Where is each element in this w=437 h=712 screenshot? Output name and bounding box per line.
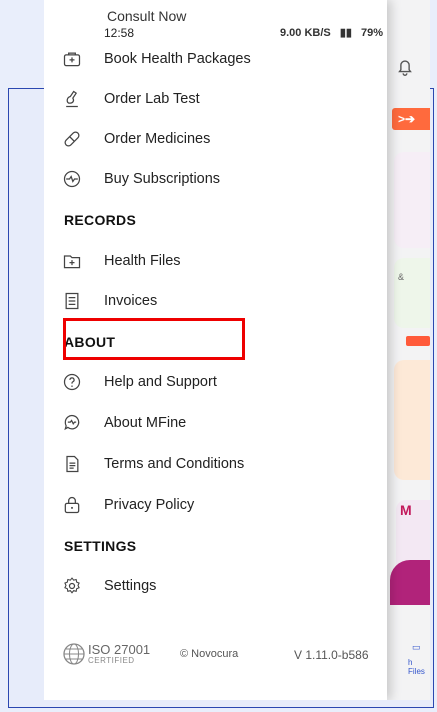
menu-item-label: Health Files xyxy=(104,253,181,269)
menu-item-label: Book Health Packages xyxy=(104,51,251,67)
background-logo: M xyxy=(400,502,412,518)
menu-item-label: Privacy Policy xyxy=(104,497,195,513)
pill-icon xyxy=(62,129,82,149)
status-time: 12:58 xyxy=(104,26,135,40)
iso-sub-label: CERTIFIED xyxy=(88,656,135,665)
section-header-settings: SETTINGS xyxy=(64,538,137,554)
background-arrow-pill: >➔ xyxy=(392,108,430,130)
menu-item-label: Invoices xyxy=(104,293,158,309)
health-package-icon xyxy=(62,49,82,69)
menu-item-terms-and-conditions[interactable]: Terms and Conditions xyxy=(62,449,372,479)
health-file-icon xyxy=(62,251,82,271)
gear-icon xyxy=(62,576,82,596)
background-card xyxy=(394,152,430,248)
menu-item-settings[interactable]: Settings xyxy=(62,571,372,601)
menu-item-label: About MFine xyxy=(104,415,187,431)
menu-item-help-and-support[interactable]: Help and Support xyxy=(62,367,372,397)
menu-item-privacy-policy[interactable]: Privacy Policy xyxy=(62,490,372,520)
invoice-icon xyxy=(62,291,82,311)
background-card xyxy=(390,560,430,605)
menu-item-label: Order Lab Test xyxy=(104,91,200,107)
signal-icon: ▮▮ xyxy=(339,27,352,39)
subscription-icon xyxy=(62,169,82,189)
copyright-text: © Novocura xyxy=(180,648,239,660)
menu-item-about-mfine[interactable]: About MFine xyxy=(62,408,372,438)
iso-certified-icon xyxy=(63,643,85,665)
network-speed: 9.00 KB/S xyxy=(280,27,331,39)
menu-item-invoices[interactable]: Invoices xyxy=(62,286,372,316)
menu-item-label: Settings xyxy=(104,578,157,594)
menu-item-order-medicines[interactable]: Order Medicines xyxy=(62,124,372,154)
status-indicators: 9.00 KB/S ▮▮ 79% xyxy=(274,26,383,39)
app-version: V 1.11.0-b586 xyxy=(294,648,369,662)
iso-badge: ISO 27001 CERTIFIED xyxy=(88,643,150,665)
menu-item-label: Order Medicines xyxy=(104,131,211,147)
about-icon xyxy=(62,413,82,433)
help-icon xyxy=(62,372,82,392)
health-files-tab-label[interactable]: h Files xyxy=(408,658,430,676)
lock-icon xyxy=(62,495,82,515)
menu-item-book-health-packages[interactable]: Book Health Packages xyxy=(62,44,372,74)
menu-item-label: Help and Support xyxy=(104,374,217,390)
notification-bell-icon[interactable] xyxy=(394,56,416,78)
menu-item-health-files[interactable]: Health Files xyxy=(62,246,372,276)
document-icon xyxy=(62,454,82,474)
background-card xyxy=(394,258,430,328)
iso-label: ISO 27001 xyxy=(88,642,151,657)
background-tag xyxy=(406,336,430,346)
background-mark: & xyxy=(398,272,405,282)
menu-item-order-lab-test[interactable]: Order Lab Test xyxy=(62,84,372,114)
menu-item-consult-now[interactable]: Consult Now xyxy=(107,8,186,24)
highlight-box xyxy=(63,318,245,360)
section-header-records: RECORDS xyxy=(64,212,137,228)
menu-item-label: Buy Subscriptions xyxy=(104,171,221,187)
battery-level: 79% xyxy=(360,27,384,39)
health-files-tab-icon[interactable]: ▭ xyxy=(412,642,421,653)
drawer-footer: ISO 27001 CERTIFIED © Novocura V 1.11.0-… xyxy=(62,636,382,672)
background-card xyxy=(394,360,430,480)
menu-item-label: Terms and Conditions xyxy=(104,456,245,472)
lab-test-icon xyxy=(62,89,82,109)
menu-item-buy-subscriptions[interactable]: Buy Subscriptions xyxy=(62,164,372,194)
